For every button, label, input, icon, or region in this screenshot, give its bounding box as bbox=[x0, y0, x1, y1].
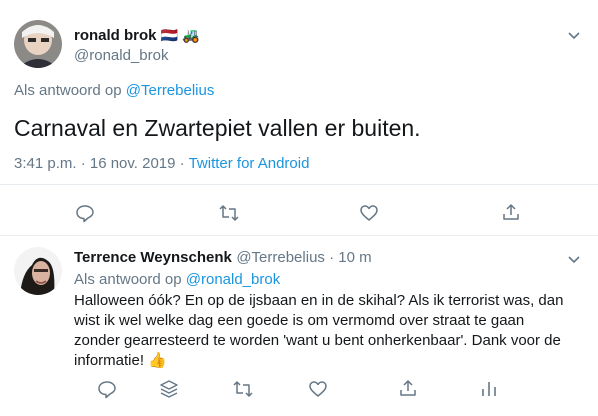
reply-icon[interactable] bbox=[75, 203, 95, 223]
reply-handle-time[interactable]: @Terrebelius · 10 m bbox=[236, 249, 371, 266]
reply-to-prefix: Als antwoord op bbox=[74, 271, 182, 288]
tweet-timestamp[interactable]: 3:41 p.m. · 16 nov. 2019 · bbox=[14, 155, 189, 172]
divider bbox=[0, 184, 598, 185]
chevron-down-icon[interactable] bbox=[566, 27, 582, 43]
reply-to-prefix: Als antwoord op bbox=[14, 82, 122, 99]
author-name[interactable]: ronald brok 🇳🇱 🚜 bbox=[74, 27, 199, 44]
author-handle[interactable]: @ronald_brok bbox=[74, 47, 168, 64]
reply-to-line: Als antwoord op @Terrebelius bbox=[14, 82, 214, 99]
share-icon[interactable] bbox=[501, 202, 521, 222]
reply-icon[interactable] bbox=[97, 379, 117, 399]
reply-to-handle[interactable]: @ronald_brok bbox=[186, 271, 280, 288]
tweet-source[interactable]: Twitter for Android bbox=[189, 155, 310, 172]
reply-author-name[interactable]: Terrence Weynschenk bbox=[74, 249, 232, 266]
tweet-text: Carnaval en Zwartepiet vallen er buiten. bbox=[14, 115, 421, 141]
reply-to-handle[interactable]: @Terrebelius bbox=[126, 82, 215, 99]
like-icon[interactable] bbox=[359, 203, 379, 223]
reply-to-line: Als antwoord op @ronald_brok bbox=[74, 271, 280, 288]
retweet-icon[interactable] bbox=[218, 203, 240, 223]
reply-text: Halloween óók? En op de ijsbaan en in de… bbox=[74, 292, 564, 369]
share-icon[interactable] bbox=[398, 378, 418, 398]
retweet-icon[interactable] bbox=[232, 379, 254, 399]
stack-icon[interactable] bbox=[159, 379, 179, 399]
analytics-icon[interactable] bbox=[479, 379, 499, 399]
reply-header: Terrence Weynschenk @Terrebelius · 10 m bbox=[74, 249, 372, 267]
divider bbox=[0, 235, 598, 236]
avatar[interactable] bbox=[14, 247, 62, 295]
chevron-down-icon[interactable] bbox=[566, 251, 582, 267]
like-icon[interactable] bbox=[308, 379, 328, 399]
author-name-text[interactable]: ronald brok bbox=[74, 27, 157, 44]
author-flags: 🇳🇱 🚜 bbox=[160, 27, 200, 43]
avatar[interactable] bbox=[14, 20, 62, 68]
tweet-meta: 3:41 p.m. · 16 nov. 2019 · Twitter for A… bbox=[14, 155, 309, 172]
